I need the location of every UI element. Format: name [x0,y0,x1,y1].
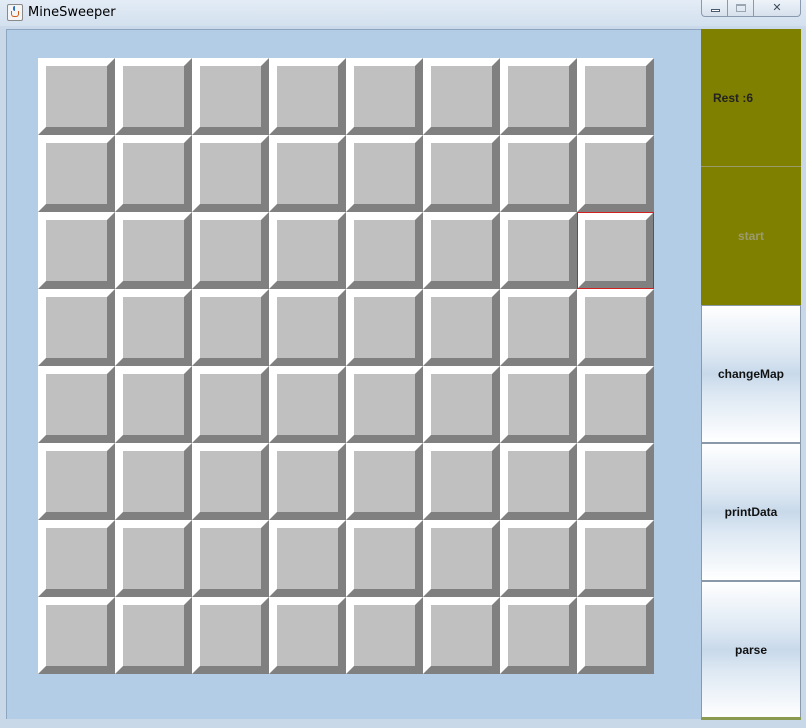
mine-cell-r2-c5[interactable] [346,135,423,212]
mine-cell-r1-c8[interactable] [577,58,654,135]
mine-cell-r4-c3[interactable] [192,289,269,366]
mine-cell-r4-c2[interactable] [115,289,192,366]
mine-cell-r2-c8[interactable] [577,135,654,212]
mine-cell-r6-c5[interactable] [346,443,423,520]
mine-cell-r6-c1[interactable] [38,443,115,520]
mine-cell-r6-c4[interactable] [269,443,346,520]
mine-cell-r8-c5[interactable] [346,597,423,674]
close-icon: ✕ [772,1,782,14]
window-title: MineSweeper [28,5,116,20]
mine-cell-r7-c4[interactable] [269,520,346,597]
window-controls: ✕ [701,0,801,18]
maximize-icon [736,4,746,12]
mine-cell-r5-c8[interactable] [577,366,654,443]
minefield-grid [38,58,654,674]
mine-cell-r5-c3[interactable] [192,366,269,443]
mine-cell-r2-c6[interactable] [423,135,500,212]
mine-cell-r2-c2[interactable] [115,135,192,212]
mine-cell-r8-c3[interactable] [192,597,269,674]
mine-cell-r4-c4[interactable] [269,289,346,366]
mine-cell-r2-c4[interactable] [269,135,346,212]
mine-cell-r6-c8[interactable] [577,443,654,520]
mine-cell-r1-c1[interactable] [38,58,115,135]
mine-cell-r3-c4[interactable] [269,212,346,289]
mine-cell-r7-c1[interactable] [38,520,115,597]
mine-cell-r1-c4[interactable] [269,58,346,135]
mine-cell-r4-c5[interactable] [346,289,423,366]
mine-cell-r5-c2[interactable] [115,366,192,443]
mine-cell-r6-c2[interactable] [115,443,192,520]
mine-cell-r3-c5[interactable] [346,212,423,289]
mine-cell-r7-c5[interactable] [346,520,423,597]
minimize-icon [711,9,720,12]
panel-bottom-edge [701,717,801,720]
mine-cell-r1-c2[interactable] [115,58,192,135]
mine-cell-r7-c6[interactable] [423,520,500,597]
mine-cell-r1-c5[interactable] [346,58,423,135]
mine-cell-r8-c2[interactable] [115,597,192,674]
close-button[interactable]: ✕ [754,0,801,17]
mine-cell-r3-c6[interactable] [423,212,500,289]
mine-cell-r4-c7[interactable] [500,289,577,366]
mine-cell-r6-c7[interactable] [500,443,577,520]
mine-cell-r3-c3[interactable] [192,212,269,289]
mine-cell-r8-c6[interactable] [423,597,500,674]
mine-cell-r3-c7[interactable] [500,212,577,289]
mine-cell-r3-c1[interactable] [38,212,115,289]
mine-cell-r5-c4[interactable] [269,366,346,443]
rest-counter-box: Rest :6 [701,29,801,167]
mine-cell-r7-c3[interactable] [192,520,269,597]
start-button[interactable]: start [701,167,801,305]
mine-cell-r4-c1[interactable] [38,289,115,366]
mine-cell-r6-c3[interactable] [192,443,269,520]
mine-cell-r7-c8[interactable] [577,520,654,597]
mine-cell-r2-c7[interactable] [500,135,577,212]
mine-cell-r5-c5[interactable] [346,366,423,443]
game-board-area [6,29,701,719]
rest-counter-label: Rest :6 [713,91,754,105]
mine-cell-r8-c7[interactable] [500,597,577,674]
title-bar[interactable]: MineSweeper ✕ [0,0,806,26]
mine-cell-r8-c4[interactable] [269,597,346,674]
mine-cell-r4-c6[interactable] [423,289,500,366]
mine-cell-r3-c2[interactable] [115,212,192,289]
mine-cell-r5-c6[interactable] [423,366,500,443]
mine-cell-r8-c1[interactable] [38,597,115,674]
mine-cell-r7-c2[interactable] [115,520,192,597]
mine-cell-r1-c6[interactable] [423,58,500,135]
app-window: MineSweeper ✕ Rest :6 start changeMap pr… [0,0,806,728]
mine-cell-r7-c7[interactable] [500,520,577,597]
mine-cell-r1-c7[interactable] [500,58,577,135]
mine-cell-r8-c8[interactable] [577,597,654,674]
mine-cell-r2-c1[interactable] [38,135,115,212]
java-app-icon [7,4,23,21]
mine-cell-r4-c8[interactable] [577,289,654,366]
mine-cell-r2-c3[interactable] [192,135,269,212]
print-data-button[interactable]: printData [701,443,801,581]
change-map-button[interactable]: changeMap [701,305,801,443]
minimize-button[interactable] [701,0,728,17]
mine-cell-r5-c1[interactable] [38,366,115,443]
mine-cell-r1-c3[interactable] [192,58,269,135]
maximize-button[interactable] [728,0,754,17]
mine-cell-r6-c6[interactable] [423,443,500,520]
mine-cell-r5-c7[interactable] [500,366,577,443]
side-panel: Rest :6 start changeMap printData parse [701,29,801,719]
mine-cell-r3-c8[interactable] [577,212,654,289]
parse-button[interactable]: parse [701,581,801,719]
